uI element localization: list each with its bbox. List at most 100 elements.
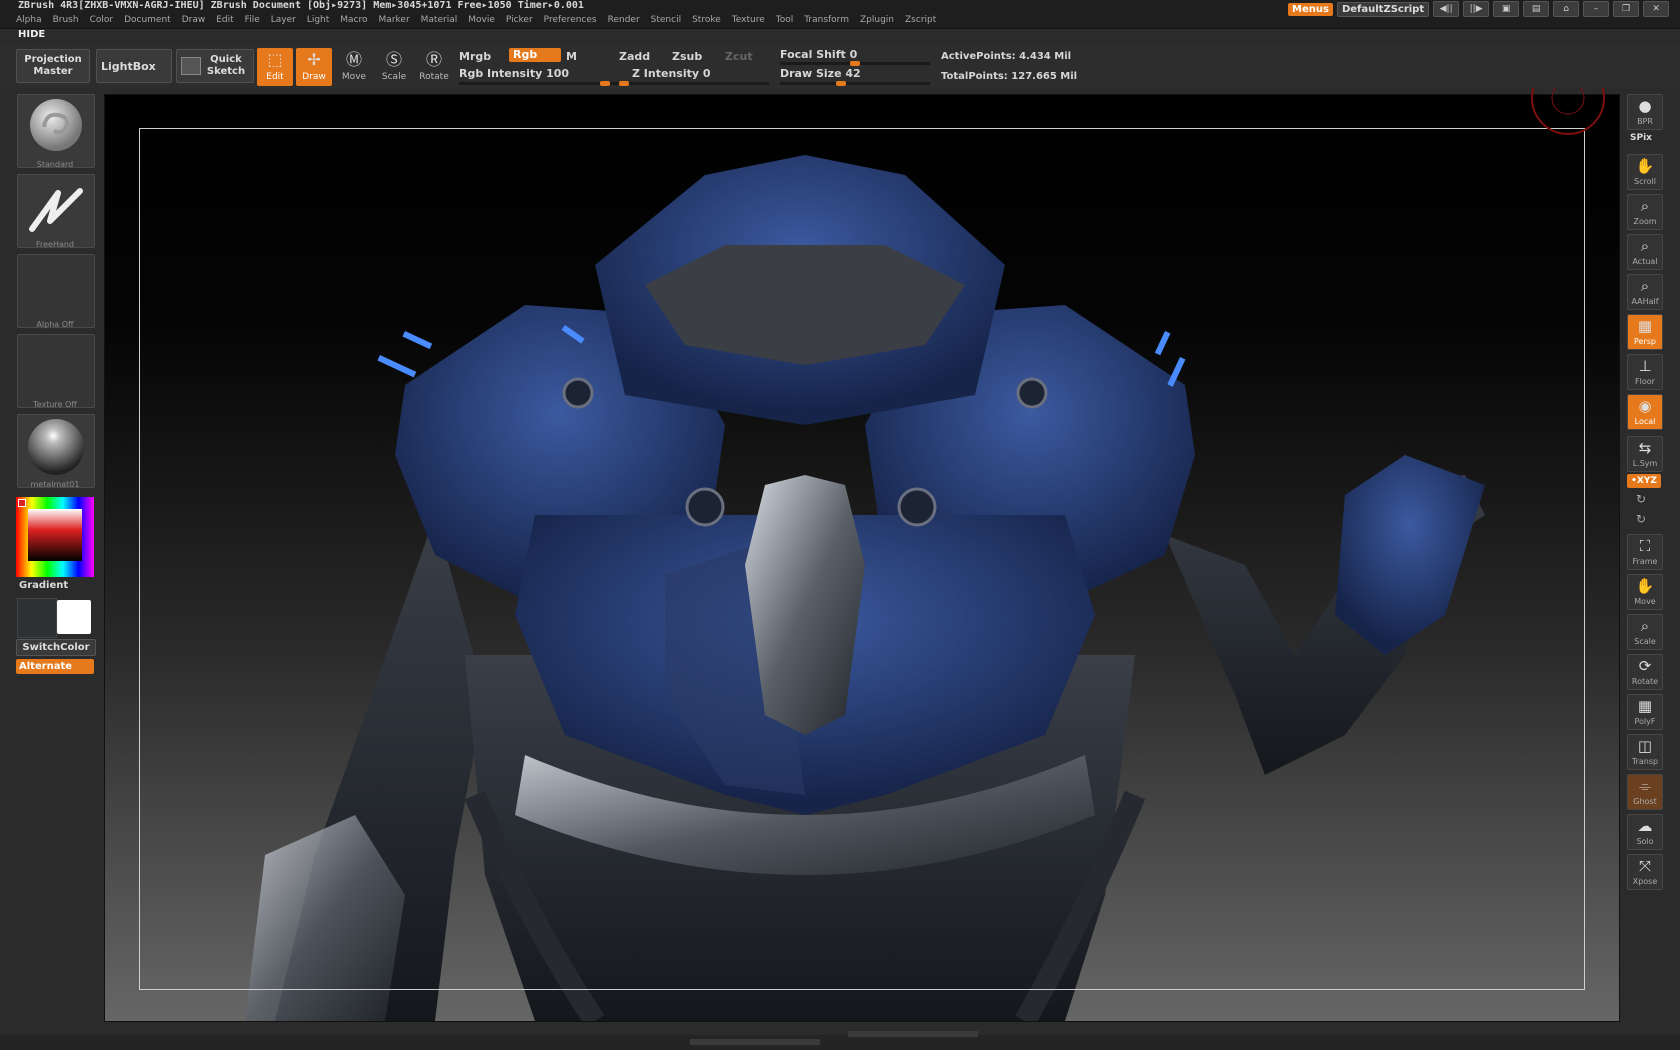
draw-icon: ✢: [307, 50, 321, 69]
rotate-z-icon[interactable]: ↻: [1636, 512, 1646, 526]
menu-preferences[interactable]: Preferences: [544, 12, 597, 28]
menu-zplugin[interactable]: Zplugin: [860, 12, 894, 28]
scale-button[interactable]: ⌕ Scale: [1627, 614, 1663, 650]
lock-icon[interactable]: ⌂: [1553, 1, 1580, 17]
local-button[interactable]: ◉ Local: [1627, 394, 1663, 430]
move-mode-button[interactable]: Ⓜ Move: [336, 48, 372, 86]
zcut-toggle[interactable]: Zcut: [725, 50, 753, 63]
draw-size-slider[interactable]: [780, 82, 930, 85]
rotate-mode-button[interactable]: Ⓡ Rotate: [416, 48, 452, 86]
menu-macro[interactable]: Macro: [340, 12, 367, 28]
window-tile-icon[interactable]: ▣: [1493, 1, 1520, 17]
floor-button[interactable]: ⊥ Floor: [1627, 354, 1663, 390]
menu-file[interactable]: File: [245, 12, 260, 28]
scale-label: Scale: [381, 72, 407, 82]
layout-prev-icon[interactable]: ◀||: [1433, 1, 1460, 17]
bottom-tray: [0, 1031, 1680, 1050]
z-intensity-slider[interactable]: [619, 82, 769, 85]
focal-shift-label: Focal Shift 0: [780, 48, 858, 61]
frame-button[interactable]: ⛶ Frame: [1627, 534, 1663, 570]
mrgb-toggle[interactable]: Mrgb: [459, 50, 491, 63]
bpr-button[interactable]: ● BPR: [1627, 94, 1663, 130]
menu-transform[interactable]: Transform: [804, 12, 849, 28]
menu-material[interactable]: Material: [421, 12, 458, 28]
projection-master-button[interactable]: Projection Master: [16, 49, 90, 83]
switch-color-button[interactable]: SwitchColor: [16, 639, 96, 656]
menu-tool[interactable]: Tool: [776, 12, 793, 28]
polyf-button[interactable]: ▦ PolyF: [1627, 694, 1663, 730]
menu-render[interactable]: Render: [608, 12, 640, 28]
stroke-thumbnail[interactable]: [17, 174, 95, 248]
lsym-button[interactable]: ⇆ L.Sym: [1627, 436, 1663, 472]
focal-shift-knob[interactable]: [850, 61, 860, 66]
menus-button[interactable]: Menus: [1288, 2, 1333, 16]
menu-texture[interactable]: Texture: [732, 12, 765, 28]
xyz-button[interactable]: •XYZ: [1627, 474, 1661, 488]
quick-sketch-button[interactable]: Quick Sketch: [176, 49, 254, 83]
quick-sketch-label: Quick Sketch: [206, 54, 246, 77]
menu-marker[interactable]: Marker: [379, 12, 410, 28]
m-toggle[interactable]: M: [566, 50, 577, 63]
menu-movie[interactable]: Movie: [468, 12, 495, 28]
alpha-thumbnail[interactable]: [17, 254, 95, 328]
material-thumbnail[interactable]: [17, 414, 95, 488]
edit-label: Edit: [266, 72, 284, 82]
ghost-button[interactable]: ⌯ Ghost: [1627, 774, 1663, 810]
draw-size-knob[interactable]: [836, 81, 846, 86]
menu-zscript[interactable]: Zscript: [905, 12, 936, 28]
maximize-icon[interactable]: ❐: [1613, 1, 1640, 17]
menu-light[interactable]: Light: [307, 12, 329, 28]
rgb-toggle[interactable]: Rgb: [509, 48, 561, 62]
solo-button[interactable]: ☁ Solo: [1627, 814, 1663, 850]
menu-edit[interactable]: Edit: [216, 12, 233, 28]
canvas-bottom-handle[interactable]: [848, 1031, 978, 1037]
xpose-button[interactable]: ⤧ Xpose: [1627, 854, 1663, 890]
gradient-label[interactable]: Gradient: [19, 580, 68, 591]
aahalf-button[interactable]: ⌕ AAHalf: [1627, 274, 1663, 310]
window-stack-icon[interactable]: ▤: [1523, 1, 1550, 17]
close-icon[interactable]: ✕: [1643, 1, 1670, 17]
menu-draw[interactable]: Draw: [182, 12, 206, 28]
draw-mode-button[interactable]: ✢ Draw: [296, 48, 332, 86]
zoom-button[interactable]: ⌕ Zoom: [1627, 194, 1663, 230]
edit-mode-button[interactable]: ⬚ Edit: [257, 48, 293, 86]
color-picker[interactable]: [16, 497, 94, 577]
main-color-swatch[interactable]: [57, 600, 91, 634]
menu-stencil[interactable]: Stencil: [651, 12, 681, 28]
rotate-y-icon[interactable]: ↻: [1636, 492, 1646, 506]
scroll-button[interactable]: ✋ Scroll: [1627, 154, 1663, 190]
alternate-button[interactable]: Alternate: [16, 659, 94, 674]
rotate-button[interactable]: ⟳ Rotate: [1627, 654, 1663, 690]
zsub-toggle[interactable]: Zsub: [672, 50, 702, 63]
spix-label[interactable]: SPix: [1630, 133, 1652, 143]
brush-caption: Standard: [36, 160, 74, 169]
minimize-icon[interactable]: –: [1583, 1, 1610, 17]
menu-layer[interactable]: Layer: [271, 12, 296, 28]
secondary-color-swatch[interactable]: [17, 598, 57, 638]
lightbox-button[interactable]: LightBox: [96, 49, 172, 83]
transp-button[interactable]: ◫ Transp: [1627, 734, 1663, 770]
menu-alpha[interactable]: Alpha: [16, 12, 42, 28]
menu-color[interactable]: Color: [90, 12, 114, 28]
color-square[interactable]: [28, 509, 82, 561]
z-intensity-knob[interactable]: [619, 81, 629, 86]
move-button[interactable]: ✋ Move: [1627, 574, 1663, 610]
texture-thumbnail[interactable]: [17, 334, 95, 408]
bottom-tray-handle[interactable]: [690, 1039, 820, 1045]
menu-document[interactable]: Document: [124, 12, 171, 28]
rgb-intensity-knob[interactable]: [600, 81, 610, 86]
menu-brush[interactable]: Brush: [53, 12, 79, 28]
scale-mode-button[interactable]: Ⓢ Scale: [376, 48, 412, 86]
window-title: ZBrush 4R3[ZHXB-VMXN-AGRJ-IHEU] ZBrush D…: [18, 0, 584, 11]
menu-stroke[interactable]: Stroke: [692, 12, 721, 28]
hide-button[interactable]: HIDE: [18, 29, 45, 40]
actual-button[interactable]: ⌕ Actual: [1627, 234, 1663, 270]
layout-next-icon[interactable]: ||▶: [1463, 1, 1490, 17]
standard-brush-icon: [30, 99, 82, 151]
menu-picker[interactable]: Picker: [506, 12, 533, 28]
rgb-intensity-slider[interactable]: [459, 82, 619, 85]
zadd-toggle[interactable]: Zadd: [619, 50, 650, 63]
persp-button[interactable]: ▦ Persp: [1627, 314, 1663, 350]
default-zscript-button[interactable]: DefaultZScript: [1336, 1, 1430, 17]
brush-thumbnail[interactable]: [17, 94, 95, 168]
